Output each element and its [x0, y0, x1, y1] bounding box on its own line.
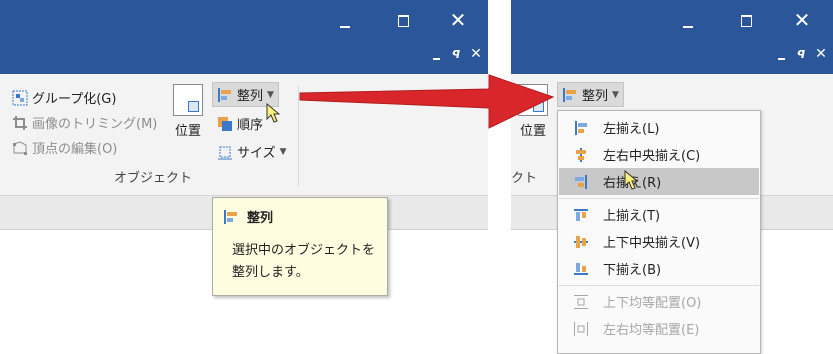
- red-arrow-annotation: [299, 74, 555, 129]
